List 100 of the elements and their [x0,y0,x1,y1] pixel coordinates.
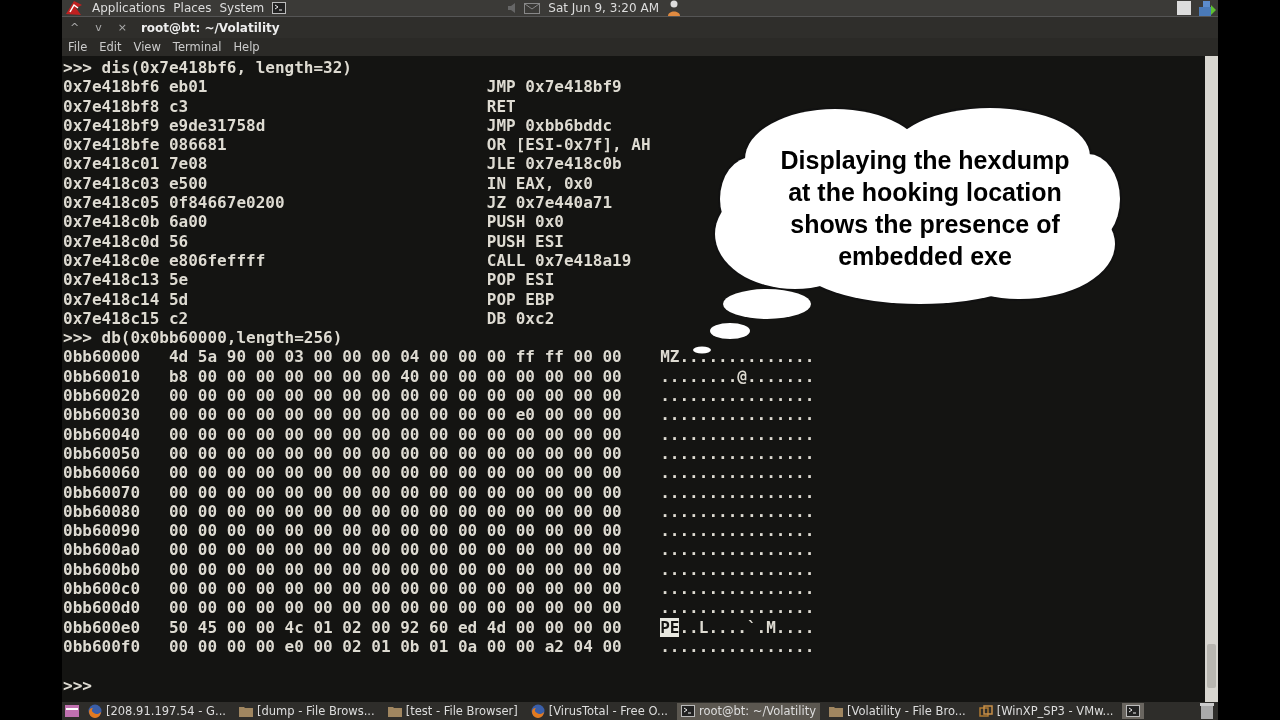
ascii-dump: ................ [660,424,815,444]
callout-text: Displaying the hexdump at the hooking location shows the presence of embedded exe [779,145,1071,272]
menu-item[interactable]: Terminal [170,40,224,54]
command-prompt[interactable]: >>> [63,675,1205,695]
ascii-dump: MZ.............. [660,347,815,367]
opcode-bytes: c3 [168,96,189,116]
ascii-dump: ................ [660,463,815,483]
ascii-dump: ................ [660,579,815,598]
taskbar-item[interactable]: [WinXP_SP3 - VMw... [974,702,1118,720]
instruction: JMP 0xbb6bddc [486,115,613,136]
ascii-dump: ................ [660,501,815,521]
ascii-dump: ................ [660,559,815,579]
hex-offset: 0bb60040 [63,424,141,444]
hex-bytes: 00 00 00 00 00 00 00 00 00 00 00 00 00 00 00 00 [168,463,622,483]
taskbar-item[interactable]: [test - File Browser] [383,702,522,720]
instruction: RET [486,96,516,116]
hex-offset: 0bb600e0 [63,617,141,637]
opcode-bytes: e9de31758d [168,115,266,136]
hex-bytes: 00 00 00 00 e0 00 02 01 0b 01 0a 00 00 a2 04 00 [168,636,622,657]
hex-offset: 0bb60050 [63,443,141,464]
hex-bytes: 00 00 00 00 00 00 00 00 00 00 00 00 00 00 00 00 [168,598,622,618]
address: 0x7e418c0b [63,212,160,232]
hex-offset: 0bb600c0 [63,579,141,599]
clock[interactable]: Sat Jun 9, 3:20 AM [548,1,659,15]
ascii-dump: ................ [660,386,815,406]
panel-menu[interactable]: Places [173,1,212,15]
hex-offset: 0bb60010 [63,366,141,387]
command-line: >>> dis(0x7e418bf6, length=32) [63,58,352,78]
ascii-dump: ........@....... [660,366,815,386]
opcode-bytes: 0f84667e0200 [168,193,285,213]
hex-bytes: b8 00 00 00 00 00 00 00 40 00 00 00 00 00 00 00 [168,366,622,387]
hex-bytes: 00 00 00 00 00 00 00 00 00 00 00 00 00 00 00 00 [168,424,622,444]
hex-offset: 0bb60020 [63,386,141,406]
address: 0x7e418c05 [63,193,160,213]
hex-bytes: 4d 5a 90 00 03 00 00 00 04 00 00 00 ff ff 00 00 [168,347,622,367]
instruction: POP ESI [486,270,555,290]
hex-bytes: 00 00 00 00 00 00 00 00 00 00 00 00 00 00 00 00 [168,540,622,560]
hex-bytes: 00 00 00 00 00 00 00 00 00 00 00 00 00 00 00 00 [168,443,622,464]
hex-bytes: 00 00 00 00 00 00 00 00 00 00 00 00 00 00 00 00 [168,579,622,599]
address: 0x7e418c01 [63,154,160,174]
opcode-bytes: c2 [168,308,189,329]
opcode-bytes: 086681 [168,135,227,155]
hex-bytes: 00 00 00 00 00 00 00 00 00 00 00 00 00 00 00 00 [168,482,622,502]
panel-menu[interactable]: System [219,1,265,15]
ascii-dump: ................ [660,540,815,560]
hex-offset: 0bb600b0 [63,559,141,579]
hex-offset: 0bb60030 [63,405,141,425]
instruction: PUSH 0x0 [486,212,564,232]
taskbar-item[interactable]: [VirusTotal - Free O... [526,702,672,720]
menu-item[interactable]: File [66,40,90,54]
hex-bytes: 00 00 00 00 00 00 00 00 00 00 00 00 00 00 00 00 [168,501,622,522]
address: 0x7e418c0e [63,250,160,271]
hex-offset: 0bb60060 [63,463,141,483]
opcode-bytes: 5d [168,289,189,309]
hex-bytes: 00 00 00 00 00 00 00 00 00 00 00 00 00 00 00 00 [168,386,622,406]
panel-menu[interactable]: Applications [92,1,166,15]
taskbar-item[interactable]: [dump - File Brows... [234,702,379,720]
ascii-dump: ................ [660,405,815,425]
ascii-dump: ................ [660,598,815,618]
hex-offset: 0bb600f0 [63,636,141,657]
menu-item[interactable]: Help [231,40,262,54]
address: 0x7e418c03 [63,173,160,194]
window-button[interactable]: v [93,21,104,34]
opcode-bytes: 7e08 [168,154,208,174]
hex-bytes: 50 45 00 00 4c 01 02 00 92 60 ed 4d 00 00 00 00 [168,617,622,637]
ascii-dump: ..L....`.M.... [679,617,815,637]
hex-offset: 0bb600d0 [63,598,141,618]
opcode-bytes: e806feffff [168,250,266,271]
opcode-bytes: 56 [168,231,189,251]
address: 0x7e418bf6 [63,77,160,97]
hex-offset: 0bb600a0 [63,540,141,560]
taskbar-item[interactable]: [208.91.197.54 - G... [84,702,230,720]
hex-offset: 0bb60070 [63,482,141,502]
ascii-dump: ................ [660,521,815,541]
window-button[interactable]: ^ [68,21,82,34]
opcode-bytes: 6a00 [168,212,208,232]
address: 0x7e418c0d [63,231,160,251]
window-title: root@bt: ~/Volatility [140,20,280,35]
instruction: JLE 0x7e418c0b [486,154,622,174]
instruction: JMP 0x7e418bf9 [486,77,622,97]
taskbar-item[interactable]: [Volatility - File Bro... [825,702,970,720]
menu-item[interactable]: Edit [97,40,124,54]
instruction: IN EAX, 0x0 [486,173,593,194]
ascii-dump: ................ [660,443,815,463]
instruction: POP EBP [486,289,555,309]
hex-bytes: 00 00 00 00 00 00 00 00 00 00 00 00 e0 00 00 00 [168,405,622,425]
address: 0x7e418bf8 [63,96,160,116]
window-button[interactable]: × [115,21,129,34]
menu-item[interactable]: View [131,40,163,54]
instruction: JZ 0x7e440a71 [486,193,613,213]
ascii-dump: ................ [660,636,815,656]
hex-bytes: 00 00 00 00 00 00 00 00 00 00 00 00 00 00 00 00 [168,559,622,579]
opcode-bytes: e500 [168,173,208,194]
hex-bytes: 00 00 00 00 00 00 00 00 00 00 00 00 00 00 00 00 [168,521,622,541]
hex-offset: 0bb60080 [63,501,141,522]
hex-offset: 0bb60090 [63,521,141,541]
command-line: >>> db(0x0bb60000,length=256) [63,328,343,348]
taskbar-item[interactable]: root@bt: ~/Volatility [676,702,820,720]
highlighted-text: PE [660,617,680,637]
opcode-bytes: 5e [168,270,189,290]
